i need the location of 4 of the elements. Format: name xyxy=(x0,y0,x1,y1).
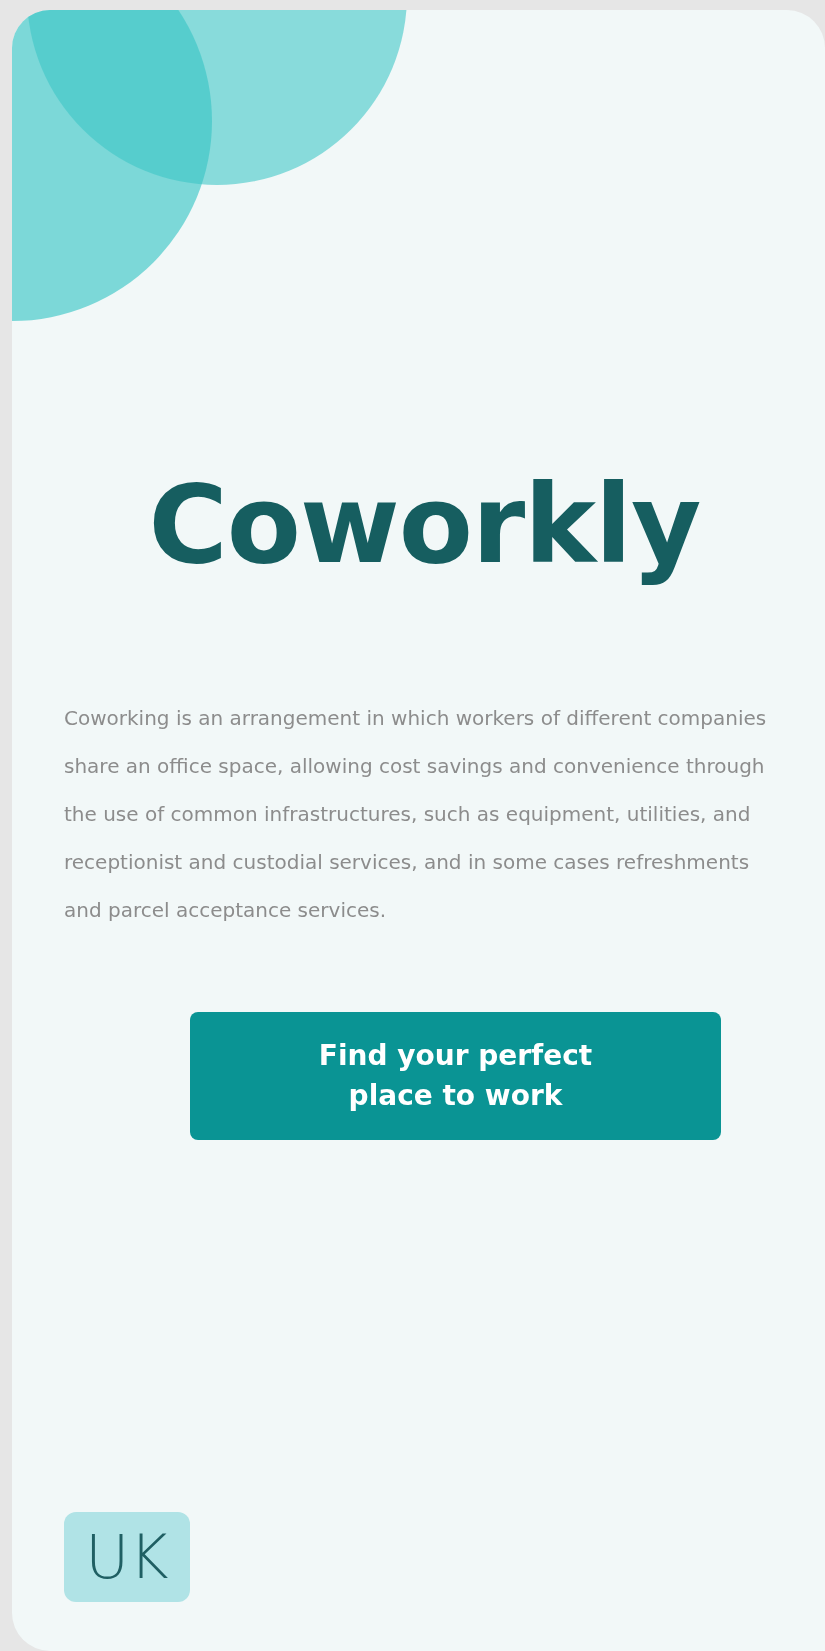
language-button[interactable]: UK xyxy=(64,1512,190,1602)
find-place-button[interactable]: Find your perfect place to work xyxy=(190,1011,721,1140)
app-title: Coworkly xyxy=(147,461,702,589)
description-text: Coworking is an arrangement in which workers of different companies share an office space, allowing cost savings and convenience through the use of common infrastructures, such as equipment, utilities, and receptionist and custodial services, and in some cases refreshments and parcel acceptance services. xyxy=(64,704,768,924)
